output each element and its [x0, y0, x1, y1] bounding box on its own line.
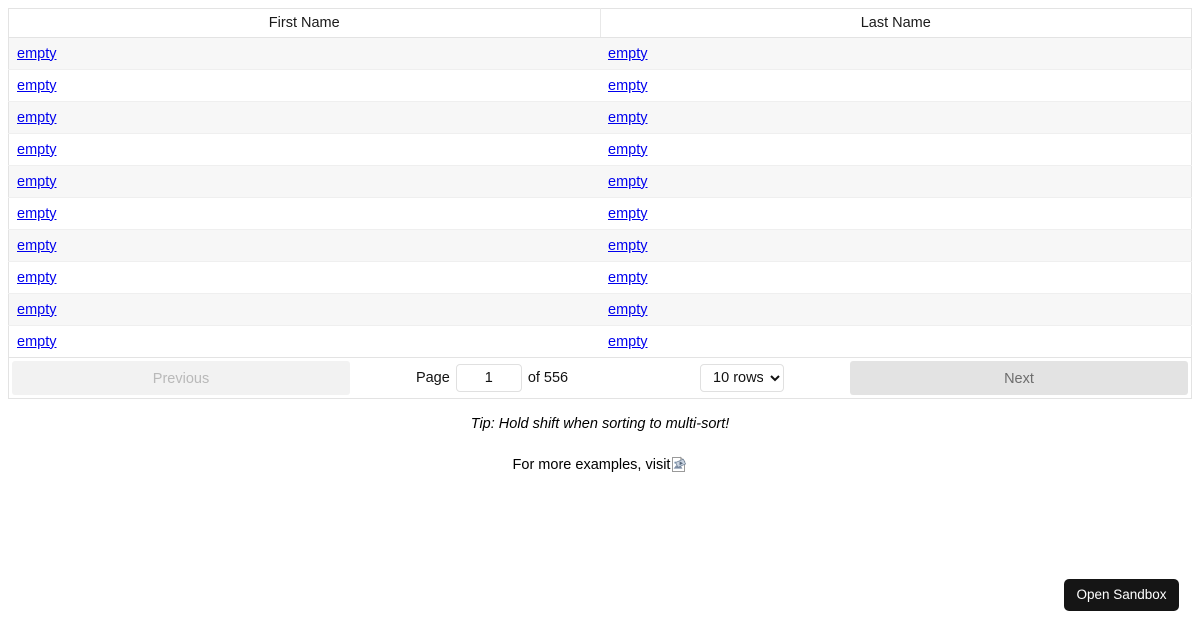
- multi-sort-tip: Tip: Hold shift when sorting to multi-so…: [470, 416, 730, 432]
- cell-link-last-name[interactable]: empty: [608, 78, 648, 94]
- cell-link-last-name[interactable]: empty: [608, 302, 648, 318]
- cell-link-first-name[interactable]: empty: [17, 110, 57, 126]
- more-examples-line: For more examples, visit: [0, 456, 1200, 473]
- table-cell-last-name: empty: [600, 261, 1192, 294]
- cell-link-last-name[interactable]: empty: [608, 334, 648, 350]
- cell-link-last-name[interactable]: empty: [608, 206, 648, 222]
- cell-link-last-name[interactable]: empty: [608, 110, 648, 126]
- data-table: First Name Last Name empty empty empty empt…: [8, 8, 1192, 358]
- table-cell-first-name: empty: [8, 197, 600, 230]
- table-row: empty empty: [8, 69, 1192, 102]
- cell-link-last-name[interactable]: empty: [608, 270, 648, 286]
- cell-link-first-name[interactable]: empty: [17, 78, 57, 94]
- table-cell-last-name: empty: [600, 293, 1192, 326]
- cell-link-first-name[interactable]: empty: [17, 174, 57, 190]
- table-cell-last-name: empty: [600, 229, 1192, 262]
- cell-link-first-name[interactable]: empty: [17, 238, 57, 254]
- table-row: empty empty: [8, 261, 1192, 294]
- table-cell-first-name: empty: [8, 133, 600, 166]
- column-header-last-name-label: Last Name: [860, 15, 931, 31]
- column-header-last-name[interactable]: Last Name: [600, 8, 1192, 38]
- table-cell-first-name: empty: [8, 69, 600, 102]
- table-cell-last-name: empty: [600, 197, 1192, 230]
- table-cell-last-name: empty: [600, 165, 1192, 198]
- table-cell-first-name: empty: [9, 326, 601, 358]
- column-header-first-name-label: First Name: [268, 15, 340, 31]
- cell-link-last-name[interactable]: empty: [608, 142, 648, 158]
- cell-link-last-name[interactable]: empty: [608, 46, 648, 62]
- pagination-center: Page of 556 10 rows20 rows30 rows40 rows…: [350, 361, 850, 395]
- table-header-row: First Name Last Name: [8, 8, 1192, 38]
- page-label: Page: [415, 370, 450, 386]
- page-number-group: Page of 556: [416, 364, 568, 392]
- cell-link-first-name[interactable]: empty: [17, 142, 57, 158]
- table-cell-last-name: empty: [600, 326, 1192, 358]
- table-body: empty empty empty empty empty empty empty empty…: [8, 37, 1192, 358]
- table-cell-first-name: empty: [8, 261, 600, 294]
- table-row: empty empty: [8, 165, 1192, 198]
- table-cell-last-name: empty: [600, 37, 1192, 70]
- table-row: empty empty: [8, 101, 1192, 134]
- table-row: empty empty: [8, 229, 1192, 262]
- cell-link-first-name[interactable]: empty: [17, 334, 57, 350]
- rows-per-page-select[interactable]: 10 rows20 rows30 rows40 rows50 rows: [700, 364, 785, 392]
- page-root: First Name Last Name empty empty empty empt…: [0, 0, 1200, 630]
- table-row: empty empty: [8, 325, 1192, 358]
- cell-link-first-name[interactable]: empty: [17, 302, 57, 318]
- cell-link-last-name[interactable]: empty: [608, 174, 648, 190]
- table-cell-first-name: empty: [8, 101, 600, 134]
- total-pages-label: of 556: [527, 370, 569, 386]
- table-cell-first-name: empty: [8, 165, 600, 198]
- table-cell-first-name: empty: [8, 293, 600, 326]
- cell-link-last-name[interactable]: empty: [608, 238, 648, 254]
- table-row: empty empty: [8, 133, 1192, 166]
- table-cell-last-name: empty: [600, 101, 1192, 134]
- table-row: empty empty: [8, 293, 1192, 326]
- table-row: empty empty: [8, 37, 1192, 70]
- table-cell-first-name: empty: [8, 37, 600, 70]
- previous-page-button[interactable]: Previous: [12, 361, 350, 395]
- table-cell-last-name: empty: [600, 133, 1192, 166]
- table-cell-first-name: empty: [8, 229, 600, 262]
- column-header-first-name[interactable]: First Name: [8, 8, 601, 38]
- cell-link-first-name[interactable]: empty: [17, 46, 57, 62]
- pagination-controls-group: Page of 556 10 rows20 rows30 rows40 rows…: [350, 364, 850, 392]
- table-cell-last-name: empty: [600, 69, 1192, 102]
- broken-image-icon: [670, 456, 687, 473]
- table-row: empty empty: [8, 197, 1192, 230]
- open-sandbox-button[interactable]: Open Sandbox: [1064, 579, 1179, 611]
- pagination-bar: Previous Page of 556 10 rows20 rows30 ro…: [8, 357, 1192, 399]
- table-header: First Name Last Name: [8, 8, 1192, 38]
- next-page-button[interactable]: Next: [850, 361, 1188, 395]
- cell-link-first-name[interactable]: empty: [17, 206, 57, 222]
- cell-link-first-name[interactable]: empty: [17, 270, 57, 286]
- data-table-container: First Name Last Name empty empty empty empt…: [8, 8, 1192, 358]
- page-number-input[interactable]: [455, 364, 522, 392]
- more-examples-text: For more examples, visit: [512, 456, 671, 473]
- more-examples-inline: For more examples, visit: [513, 456, 688, 473]
